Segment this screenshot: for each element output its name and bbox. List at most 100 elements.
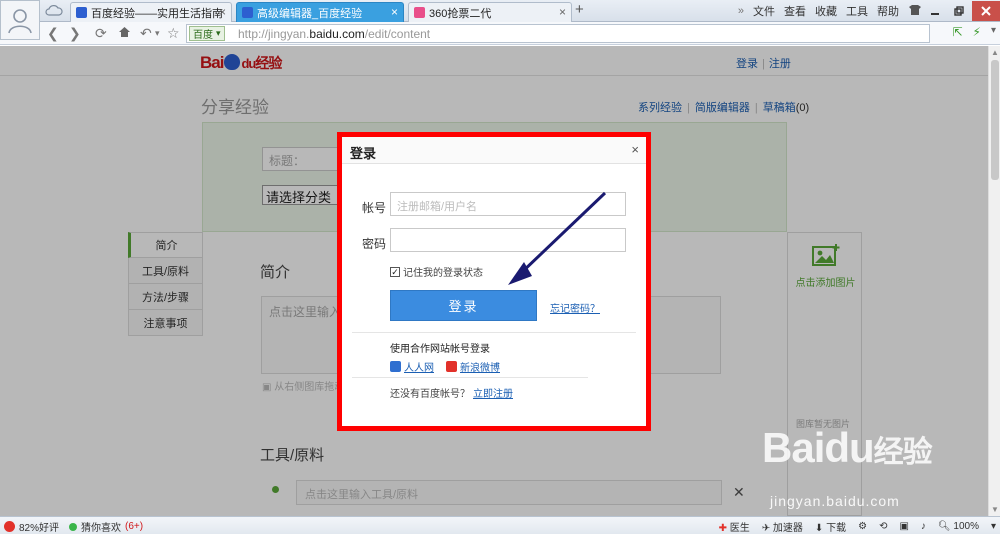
scrollbar-thumb[interactable] (991, 60, 999, 180)
password-input[interactable] (390, 228, 626, 252)
tab-close-icon[interactable]: × (559, 5, 566, 19)
tab-favicon-icon (414, 7, 425, 18)
search-engine-selector[interactable]: 百度 ▾ (189, 26, 225, 41)
url-prefix: http://jingyan. (238, 27, 310, 41)
accelerator-icon: ✈ (761, 523, 771, 534)
doctor-label: 医生 (729, 523, 750, 534)
navigation-bar: ❮ ❯ ⟳ ↶ ▾ ☆ 百度 ▾ http://jingyan.baidu.co… (0, 22, 1000, 45)
refresh-icon[interactable]: ⟳ (95, 25, 107, 42)
no-account-row: 还没有百度帐号？ 立即注册 (390, 385, 513, 400)
speed-mode-icon[interactable]: ⚡ (973, 25, 981, 39)
status-bar: 82%好评 猜你喜欢 (6+) ✚ 医生 ✈ 加速器 ⬇ 下载 ⚙ ⟲ ▣ ♪ 🔍… (0, 516, 1000, 534)
cloud-icon[interactable] (45, 3, 63, 19)
doctor-icon: ✚ (718, 523, 727, 534)
watermark-logo: Baidu经验 (762, 424, 933, 472)
minimize-icon[interactable] (924, 1, 946, 21)
divider (352, 332, 636, 333)
tab-label: 高级编辑器_百度经验 (257, 7, 363, 20)
menu-file[interactable]: 文件 (753, 3, 775, 19)
guess-you-like[interactable]: 猜你喜欢 (6+) (69, 519, 143, 534)
undo-close-icon[interactable]: ↶ (140, 25, 152, 42)
tab-baidu-jingyan[interactable]: 百度经验——实用生活指南 × (70, 2, 232, 22)
zoom-level: 100% (953, 521, 979, 532)
zoom-icon: 🔍︎ (937, 521, 951, 532)
tab-advanced-editor[interactable]: 高级编辑器_百度经验 × (236, 2, 404, 22)
renren-login-link[interactable]: 人人网 (390, 359, 434, 374)
new-tab-icon[interactable]: + (575, 1, 584, 18)
dialog-header: 登录 × (342, 137, 646, 164)
accelerator-label: 加速器 (772, 523, 803, 534)
search-engine-label: 百度 (193, 30, 213, 41)
weibo-icon (446, 361, 457, 372)
tab-list-icon[interactable]: » (738, 5, 744, 17)
download-icon: ⬇ (814, 523, 824, 534)
url-text[interactable]: http://jingyan.baidu.com/edit/content (238, 27, 430, 41)
tab-close-icon[interactable]: × (391, 5, 398, 19)
rating-widget[interactable]: 82%好评 (4, 519, 59, 534)
home-icon[interactable] (118, 25, 131, 41)
tab-label: 百度经验——实用生活指南 (91, 7, 223, 20)
rating-icon (4, 521, 15, 532)
download-label: 下载 (826, 523, 847, 534)
menu-view[interactable]: 查看 (784, 3, 806, 19)
page-scrollbar[interactable]: ▲ ▼ (988, 46, 1000, 516)
doctor-button[interactable]: ✚ 医生 (719, 519, 750, 534)
skin-icon[interactable] (908, 4, 922, 19)
remember-me[interactable]: ✓ 记住我的登录状态 (390, 264, 483, 279)
no-account-text: 还没有百度帐号？ (390, 389, 470, 400)
scroll-up-icon[interactable]: ▲ (991, 48, 999, 57)
renren-icon (390, 361, 401, 372)
weibo-label: 新浪微博 (460, 363, 500, 374)
weibo-login-link[interactable]: 新浪微博 (446, 359, 500, 374)
forgot-password-link[interactable]: 忘记密码？ (550, 300, 600, 315)
remember-label: 记住我的登录状态 (403, 268, 483, 279)
zoom-control[interactable]: 🔍︎ 100% (938, 521, 979, 532)
menu-bar: » 文件 查看 收藏 工具 帮助 (729, 0, 1000, 22)
tab-360-ticket[interactable]: 360抢票二代 × (408, 2, 572, 22)
account-input[interactable]: 注册邮箱/用户名 (390, 192, 626, 216)
tab-close-icon[interactable]: × (219, 5, 226, 19)
accelerator-button[interactable]: ✈ 加速器 (762, 519, 803, 534)
favorite-star-icon[interactable]: ☆ (167, 25, 180, 42)
account-label: 帐号 (362, 201, 387, 215)
back-icon[interactable]: ❮ (47, 25, 59, 42)
close-window-icon[interactable] (972, 1, 1000, 21)
menu-tools[interactable]: 工具 (846, 3, 868, 19)
zoom-dropdown-icon[interactable]: ▾ (991, 521, 996, 532)
tab-favicon-icon (242, 7, 253, 18)
status-dot-icon (69, 522, 77, 531)
url-path: /edit/content (364, 27, 431, 41)
guess-count: (6+) (125, 521, 144, 532)
undo-dropdown-icon[interactable]: ▾ (155, 28, 160, 39)
watermark-suffix: 经验 (873, 436, 933, 469)
volume-icon[interactable]: ♪ (921, 521, 926, 532)
tab-favicon-icon (76, 7, 87, 18)
guess-label: 猜你喜欢 (81, 523, 121, 534)
menu-help[interactable]: 帮助 (877, 3, 899, 19)
password-label: 密码 (362, 237, 387, 251)
register-now-link[interactable]: 立即注册 (473, 389, 513, 400)
close-icon[interactable]: × (631, 142, 639, 157)
menu-favorites[interactable]: 收藏 (815, 3, 837, 19)
dialog-title: 登录 (350, 146, 377, 161)
address-bar[interactable]: 百度 ▾ http://jingyan.baidu.com/edit/conte… (186, 24, 930, 43)
download-button[interactable]: ⬇ 下载 (815, 519, 846, 534)
login-button[interactable]: 登录 (390, 290, 537, 321)
scroll-down-icon[interactable]: ▼ (991, 505, 999, 514)
watermark-url: jingyan.baidu.com (770, 493, 900, 509)
tab-label: 360抢票二代 (429, 7, 492, 20)
share-icon[interactable]: ⇱ (952, 25, 962, 39)
partner-login-title: 使用合作网站帐号登录 (390, 344, 490, 355)
forward-icon[interactable]: ❯ (69, 25, 81, 42)
sync-icon[interactable]: ⟲ (879, 521, 887, 532)
address-dropdown-icon[interactable]: ▾ (991, 25, 996, 39)
restore-icon[interactable] (948, 1, 970, 21)
url-domain: baidu.com (309, 27, 365, 41)
chevron-down-icon: ▾ (216, 28, 221, 38)
remember-checkbox[interactable]: ✓ (390, 266, 400, 277)
settings-icon[interactable]: ⚙ (858, 521, 867, 532)
user-avatar-icon[interactable] (0, 0, 40, 40)
status-tools: ✚ 医生 ✈ 加速器 ⬇ 下载 ⚙ ⟲ ▣ ♪ 🔍︎ 100% ▾ (719, 519, 996, 534)
screenshot-icon[interactable]: ▣ (899, 521, 908, 532)
renren-label: 人人网 (404, 363, 434, 374)
